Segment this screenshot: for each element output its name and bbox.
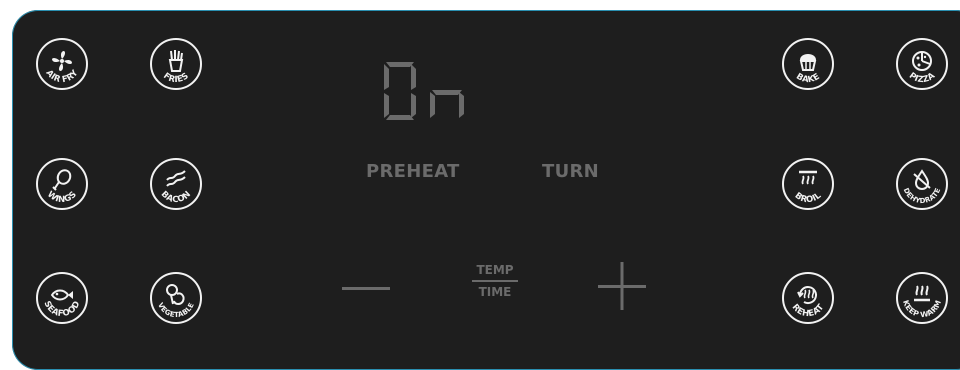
reheat-label: REHEAT [790,302,826,319]
svg-text:BROIL: BROIL [793,191,824,206]
dehydrate-button[interactable]: DEHYDRATE [896,158,948,210]
display-readout: On [382,60,384,61]
pizza-label: PIZZA [907,71,937,85]
preheat-label: PREHEAT [366,161,460,182]
pizza-button[interactable]: PIZZA [896,38,948,90]
keep-warm-button[interactable]: KEEP WARM [896,272,948,324]
increase-button[interactable] [598,262,646,310]
svg-text:AIR FRY: AIR FRY [43,68,80,85]
plus-icon [598,262,646,310]
seven-segment-display: On [382,60,472,126]
vegetable-label: VEGETABLE [156,301,196,319]
vegetable-button[interactable]: VEGETABLE [150,272,202,324]
reheat-button[interactable]: REHEAT [782,272,834,324]
time-label: TIME [478,285,512,299]
dehydrate-label: DEHYDRATE [902,187,942,205]
turn-label: TURN [542,161,600,182]
decrease-button[interactable] [340,270,392,306]
broil-label: BROIL [793,191,824,206]
keep-warm-label: KEEP WARM [901,299,943,320]
svg-text:WINGS: WINGS [45,190,79,205]
svg-text:PIZZA: PIZZA [907,71,937,85]
seafood-label: SEAFOOD [42,300,83,320]
svg-text:FRIES: FRIES [161,71,190,85]
svg-text:BAKE: BAKE [794,72,822,86]
air-fry-button[interactable]: AIR FRY [36,38,88,90]
bake-label: BAKE [794,72,821,86]
minus-icon [342,287,390,290]
svg-text:SEAFOOD: SEAFOOD [42,300,83,320]
wings-label: WINGS [45,190,79,205]
svg-text:REHEAT: REHEAT [790,302,827,319]
seafood-button[interactable]: SEAFOOD [36,272,88,324]
broil-button[interactable]: BROIL [782,158,834,210]
bake-button[interactable]: BAKE [782,38,834,90]
svg-text:KEEP WARM: KEEP WARM [901,299,943,320]
bacon-button[interactable]: BACON [150,158,202,210]
temp-time-divider [472,280,518,282]
temp-label: TEMP [476,263,514,277]
air-fry-label: AIR FRY [43,68,80,85]
svg-text:BACON: BACON [159,189,193,205]
bacon-label: BACON [159,189,193,205]
svg-text:VEGETABLE: VEGETABLE [156,301,196,319]
wings-button[interactable]: WINGS [36,158,88,210]
fries-button[interactable]: FRIES [150,38,202,90]
svg-text:DEHYDRATE: DEHYDRATE [902,187,943,205]
temp-time-toggle[interactable]: TEMP TIME [470,263,520,299]
fries-label: FRIES [161,71,190,85]
